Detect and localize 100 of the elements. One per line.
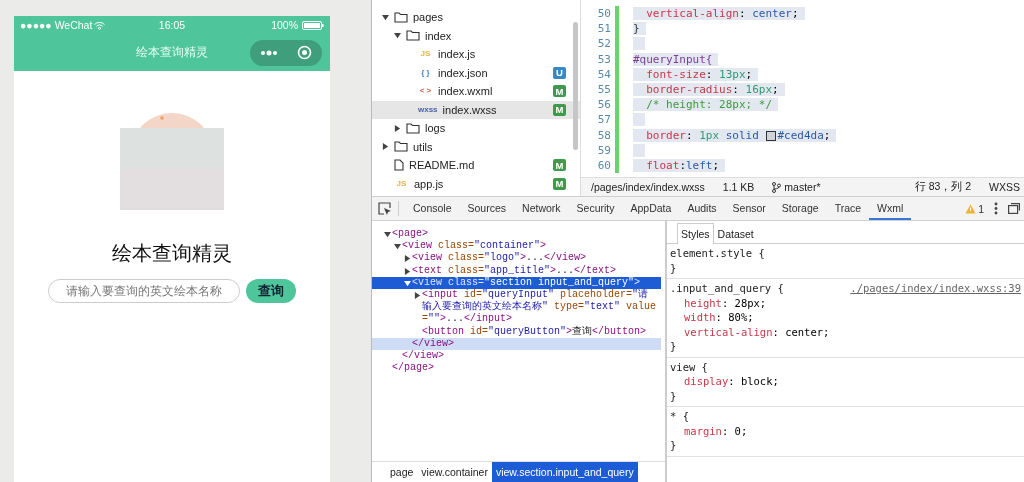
line-number: 56	[596, 98, 611, 112]
element-node[interactable]: <view class="logo">...</view>	[372, 252, 661, 265]
element-node[interactable]: <text class="app_title">...</text>	[372, 264, 661, 277]
folder-icon	[406, 30, 420, 42]
file-tree-row[interactable]: wxss index.wxss M	[372, 100, 580, 119]
rule-selector: view {	[670, 359, 709, 374]
rule-selector: .input_and_query {	[670, 281, 785, 296]
devtools-tab[interactable]: Wxml	[869, 197, 912, 220]
scrollbar[interactable]	[573, 22, 578, 150]
file-tree-row[interactable]: pages	[372, 8, 580, 27]
file-tree-row[interactable]: JS index.js	[372, 45, 580, 64]
line-number: 54	[596, 67, 611, 81]
nav-title: 绘本查询精灵	[136, 44, 208, 61]
style-declaration: vertical-align: center;	[683, 324, 831, 339]
breadcrumb-item[interactable]: view.container	[417, 462, 492, 482]
file-tree-row[interactable]: README.md M	[372, 156, 580, 175]
devtools-tab[interactable]: Console	[405, 197, 460, 220]
line-number: 57	[596, 113, 611, 127]
devtools-tab[interactable]: Audits	[679, 197, 725, 220]
caret-right-icon[interactable]	[394, 124, 401, 132]
warning-count[interactable]: 1	[978, 202, 984, 215]
devtools-tab[interactable]: Sources	[459, 197, 515, 220]
element-tag: <input id="queryInput" placeholder="请输入要查询的英文绘本名称" type="text" value="">...</input>	[422, 289, 657, 326]
breadcrumb-item[interactable]: page	[386, 462, 418, 482]
caret-right-icon[interactable]	[403, 255, 411, 263]
devtools-tab[interactable]: Sensor	[724, 197, 774, 220]
style-declaration: height: 28px;	[683, 295, 768, 310]
app-title: 绘本查询精灵	[112, 241, 232, 266]
element-node[interactable]: <view class="section input_and_query">	[372, 276, 661, 289]
rule-brace: }	[670, 339, 678, 354]
element-tag: <view class="logo">...</view>	[412, 252, 587, 265]
caret-down-icon[interactable]	[393, 243, 401, 251]
clock-text: 16:05	[158, 19, 186, 31]
file-tree-row[interactable]: JS app.js M	[372, 174, 580, 193]
file-tree-row[interactable]: utils	[372, 137, 580, 156]
query-button[interactable]: 查询	[246, 279, 296, 303]
file-name: app.js	[414, 177, 445, 190]
wxss-file-icon: wxss	[418, 103, 438, 116]
carrier-text: ●●●●● WeChat	[20, 19, 93, 31]
line-number: 60	[596, 158, 611, 172]
kebab-menu-icon[interactable]	[994, 202, 998, 215]
caret-right-icon[interactable]	[413, 292, 421, 299]
element-node[interactable]: <input id="queryInput" placeholder="请输入要查询的英文绘本名称" type="text" value="">...</input>	[372, 289, 661, 326]
dock-icon[interactable]	[1008, 203, 1020, 214]
line-number: 58	[596, 128, 611, 142]
capsule-menu[interactable]	[250, 39, 322, 66]
file-name: index.wxss	[442, 103, 498, 116]
element-tag: </view>	[402, 350, 445, 363]
file-size: 1.1 KB	[722, 181, 755, 193]
branch-name[interactable]: master*	[784, 181, 821, 193]
line-number: 59	[596, 143, 611, 157]
devtools-tab[interactable]: AppData	[622, 197, 680, 220]
element-tag: <view class="container">	[402, 240, 547, 253]
file-name: index	[425, 29, 453, 42]
status-badge: U	[553, 66, 566, 79]
caret-down-icon[interactable]	[382, 13, 389, 21]
element-tag: </page>	[392, 362, 435, 375]
inspect-icon[interactable]	[378, 201, 392, 216]
source-link[interactable]: ./pages/index/index.wxss:39	[850, 281, 1021, 296]
element-node[interactable]: <page>	[372, 228, 661, 241]
file-icon	[394, 159, 404, 172]
more-icon[interactable]	[259, 49, 278, 56]
line-number: 50	[596, 7, 611, 21]
rule-selector: element.style {	[670, 246, 766, 261]
element-node[interactable]: <view class="container">	[372, 240, 661, 253]
caret-down-icon[interactable]	[403, 279, 411, 287]
json-file-icon: { }	[418, 66, 433, 79]
rule-selector: * {	[670, 409, 690, 424]
breadcrumb-item[interactable]: view.section.input_and_query	[491, 462, 638, 482]
branch-icon	[772, 181, 782, 193]
file-tree-row[interactable]: { } index.json U	[372, 63, 580, 82]
closing-tag-row[interactable]: </page>	[372, 362, 661, 375]
caret-right-icon[interactable]	[382, 143, 389, 151]
devtools-tab[interactable]: Security	[568, 197, 623, 220]
line-number: 51	[596, 22, 611, 36]
status-badge: M	[553, 103, 566, 116]
styles-tab[interactable]: Dataset	[713, 222, 758, 244]
rule-brace: }	[670, 388, 678, 403]
element-tag: </view>	[412, 337, 455, 351]
line-number: 52	[596, 37, 611, 51]
rule-brace: }	[670, 438, 678, 453]
file-tree-row[interactable]: logs	[372, 119, 580, 138]
battery-icon	[302, 20, 324, 30]
element-node[interactable]: <button id="queryButton">查询</button>	[372, 325, 661, 338]
caret-down-icon[interactable]	[383, 231, 391, 238]
battery-text: 100%	[271, 19, 298, 31]
devtools-tab[interactable]: Network	[514, 197, 569, 220]
styles-tab[interactable]: Styles	[677, 222, 714, 244]
search-field[interactable]: 请输入要查询的英文绘本名称	[48, 279, 240, 303]
devtools-tab[interactable]: Storage	[773, 197, 827, 220]
closing-tag-row[interactable]: </view>	[372, 350, 661, 363]
element-tag: <view class="section input_and_query">	[412, 276, 641, 289]
caret-down-icon[interactable]	[394, 32, 401, 40]
file-tree-row[interactable]: < > index.wxml M	[372, 82, 580, 101]
folder-icon	[406, 122, 420, 134]
language-mode[interactable]: WXSS	[989, 181, 1020, 193]
closing-tag-row[interactable]: </view>	[372, 337, 661, 351]
devtools-tab[interactable]: Trace	[826, 197, 870, 220]
wxml-file-icon: < >	[418, 85, 433, 98]
file-tree-row[interactable]: index	[372, 26, 580, 45]
